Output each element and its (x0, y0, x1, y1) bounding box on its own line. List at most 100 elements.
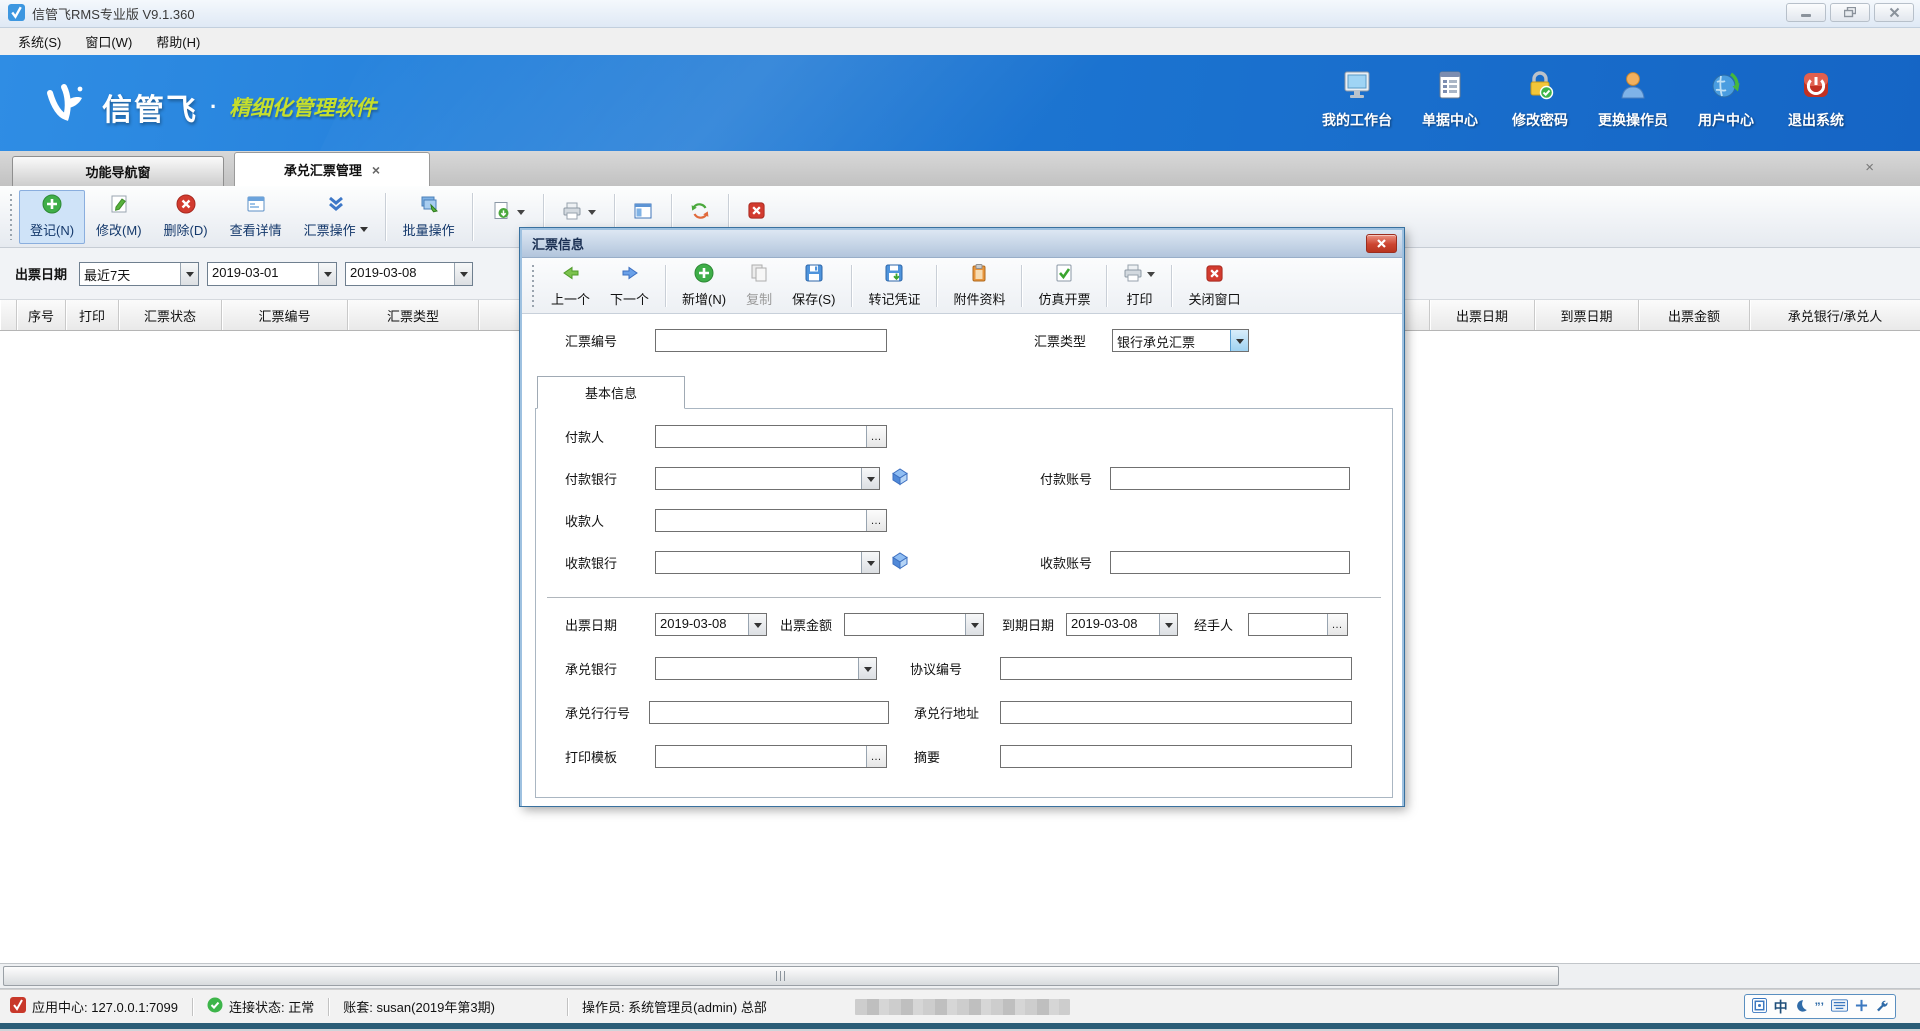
ime-settings-wrench-icon[interactable] (1875, 999, 1888, 1015)
date-preset-combo[interactable]: 最近7天 (79, 262, 199, 286)
table-header-bill-type[interactable]: 汇票类型 (348, 300, 479, 330)
dialog-close-button[interactable] (1366, 234, 1397, 253)
close-window-button[interactable]: 关闭窗口 (1178, 261, 1250, 311)
agreement-no-field[interactable] (1000, 657, 1352, 680)
payer-bank-combo[interactable] (655, 467, 880, 490)
exit-system-button[interactable]: 退出系统 (1784, 69, 1848, 130)
tabstrip-close-icon[interactable]: × (1865, 159, 1874, 176)
payer-input[interactable] (656, 426, 866, 447)
payee-bank-label: 收款银行 (565, 553, 617, 575)
bill-no-field[interactable] (655, 329, 887, 352)
bill-actions-button[interactable]: 汇票操作 (293, 190, 379, 244)
payee-field[interactable]: … (655, 509, 887, 532)
menu-window[interactable]: 窗口(W) (73, 28, 144, 55)
simulate-invoice-button[interactable]: 仿真开票 (1028, 261, 1100, 311)
print-button[interactable]: 打印 (1113, 261, 1165, 311)
switch-operator-button[interactable]: 更换操作员 (1598, 69, 1668, 130)
change-password-button[interactable]: 修改密码 (1508, 69, 1572, 130)
minimize-button[interactable] (1786, 3, 1826, 22)
accept-bank-addr-field[interactable] (1000, 701, 1352, 724)
tab-acceptance-bill[interactable]: 承兑汇票管理 × (234, 152, 430, 186)
agreement-no-input[interactable] (1001, 658, 1351, 679)
bank-book-icon[interactable] (890, 467, 910, 487)
horizontal-scrollbar[interactable] (0, 963, 1920, 989)
register-button[interactable]: 登记(N) (19, 190, 85, 244)
attachments-button[interactable]: 附件资料 (943, 261, 1015, 311)
accept-bank-no-input[interactable] (650, 702, 888, 723)
copy-button[interactable]: 复制 (736, 261, 782, 311)
table-header-print[interactable]: 打印 (66, 300, 119, 330)
table-header-amount[interactable]: 出票金额 (1639, 300, 1750, 330)
ellipsis-button[interactable]: … (866, 746, 886, 767)
post-voucher-button[interactable]: 转记凭证 (858, 261, 930, 311)
ime-language-toggle[interactable]: 中 (1774, 997, 1788, 1017)
ellipsis-button[interactable]: … (1327, 614, 1347, 635)
dialog-titlebar[interactable]: 汇票信息 (522, 230, 1402, 258)
start-date-combo[interactable]: 2019-03-01 (207, 262, 337, 286)
restore-button[interactable] (1830, 3, 1870, 22)
payer-field[interactable]: … (655, 425, 887, 448)
ellipsis-button[interactable]: … (866, 426, 886, 447)
close-panel-button[interactable] (735, 192, 778, 232)
document-center-button[interactable]: 单据中心 (1418, 69, 1482, 130)
previous-button[interactable]: 上一个 (541, 261, 600, 311)
accept-bank-addr-input[interactable] (1001, 702, 1351, 723)
new-button[interactable]: 新增(N) (672, 261, 736, 311)
payee-account-field[interactable] (1110, 551, 1350, 574)
payee-input[interactable] (656, 510, 866, 531)
table-header-bill-no[interactable]: 汇票编号 (222, 300, 348, 330)
table-header-status[interactable]: 汇票状态 (119, 300, 222, 330)
payer-account-input[interactable] (1111, 468, 1349, 489)
bank-book-icon[interactable] (890, 551, 910, 571)
close-button[interactable] (1874, 3, 1914, 22)
menu-help[interactable]: 帮助(H) (144, 28, 212, 55)
amount-combo[interactable] (844, 613, 984, 636)
tab-function-nav[interactable]: 功能导航窗 (12, 156, 224, 186)
table-header-issue-date[interactable]: 出票日期 (1430, 300, 1535, 330)
ime-logo-icon[interactable] (1752, 998, 1767, 1016)
accept-bank-combo[interactable] (655, 657, 877, 680)
table-header-spacer (0, 300, 17, 330)
ime-punctuation-toggle[interactable]: ”’ (1815, 1000, 1824, 1014)
table-header-due-date[interactable]: 到票日期 (1535, 300, 1639, 330)
ime-toolbar[interactable]: 中 ”’ (1744, 994, 1896, 1019)
printer-icon (562, 201, 582, 224)
columns-button[interactable] (621, 192, 665, 232)
next-button[interactable]: 下一个 (600, 261, 659, 311)
bill-type-combo[interactable]: 银行承兑汇票 (1112, 329, 1249, 352)
ime-keyboard-icon[interactable] (1831, 999, 1848, 1015)
handler-input[interactable] (1249, 614, 1327, 635)
refresh-button[interactable] (678, 192, 722, 232)
print-button[interactable] (550, 192, 608, 232)
bill-no-input[interactable] (656, 330, 886, 351)
accept-bank-no-field[interactable] (649, 701, 889, 724)
payee-bank-combo[interactable] (655, 551, 880, 574)
summary-field[interactable] (1000, 745, 1352, 768)
menu-system[interactable]: 系统(S) (6, 28, 73, 55)
modify-button[interactable]: 修改(M) (85, 190, 153, 244)
tab-basic-info[interactable]: 基本信息 (537, 376, 685, 409)
view-details-button[interactable]: 查看详情 (219, 190, 293, 244)
ime-symbols-icon[interactable] (1855, 999, 1868, 1015)
tab-close-icon[interactable]: × (372, 163, 380, 177)
due-date-combo[interactable]: 2019-03-08 (1066, 613, 1178, 636)
ime-fullhalf-moon-icon[interactable] (1795, 999, 1808, 1015)
payer-account-field[interactable] (1110, 467, 1350, 490)
scrollbar-thumb[interactable] (3, 966, 1559, 986)
ellipsis-button[interactable]: … (866, 510, 886, 531)
table-header-seq[interactable]: 序号 (17, 300, 66, 330)
handler-field[interactable]: … (1248, 613, 1348, 636)
summary-input[interactable] (1001, 746, 1351, 767)
print-template-field[interactable]: … (655, 745, 887, 768)
batch-actions-button[interactable]: 批量操作 (392, 190, 466, 244)
save-button[interactable]: 保存(S) (782, 261, 845, 311)
delete-button[interactable]: 删除(D) (153, 190, 219, 244)
workbench-button[interactable]: 我的工作台 (1322, 69, 1392, 130)
payee-account-input[interactable] (1111, 552, 1349, 573)
issue-date-combo[interactable]: 2019-03-08 (655, 613, 767, 636)
export-button[interactable] (479, 192, 537, 232)
user-center-button[interactable]: 用户中心 (1694, 69, 1758, 130)
end-date-combo[interactable]: 2019-03-08 (345, 262, 473, 286)
table-header-accept-bank[interactable]: 承兑银行/承兑人 (1750, 300, 1920, 330)
print-template-input[interactable] (656, 746, 866, 767)
